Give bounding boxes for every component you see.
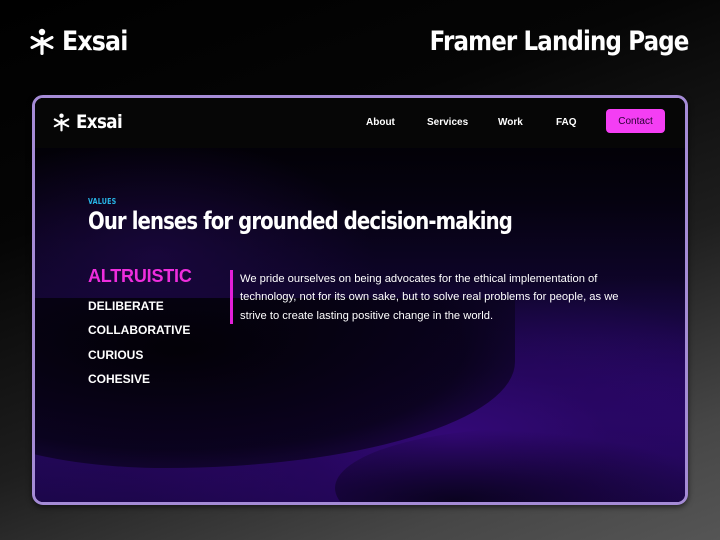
section-eyebrow: VALUES <box>88 197 117 206</box>
showcase-brand-name: Exsai <box>62 26 128 57</box>
description-accent-bar <box>230 270 233 324</box>
site-navbar: Exsai About Services Work FAQ Contact <box>35 98 685 148</box>
nav-link-faq[interactable]: FAQ <box>556 116 577 130</box>
site-brand-name: Exsai <box>76 111 123 133</box>
website-preview-frame: Exsai About Services Work FAQ Contact VA… <box>32 95 688 505</box>
nav-link-work[interactable]: Work <box>498 116 523 130</box>
value-description: We pride ourselves on being advocates fo… <box>240 273 619 322</box>
value-item-curious[interactable]: CURIOUS <box>88 348 143 362</box>
value-item-cohesive[interactable]: COHESIVE <box>88 372 150 386</box>
value-item-altruistic[interactable]: ALTRUISTIC <box>88 266 192 287</box>
value-item-deliberate[interactable]: DELIBERATE <box>88 299 164 313</box>
asterisk-person-logo-icon <box>53 113 70 131</box>
asterisk-person-logo-icon <box>30 28 54 55</box>
showcase-brand: Exsai <box>30 27 136 57</box>
site-logo[interactable]: Exsai <box>53 112 128 132</box>
nav-link-about[interactable]: About <box>366 116 395 130</box>
contact-button[interactable]: Contact <box>606 109 665 133</box>
nav-link-services[interactable]: Services <box>427 116 468 130</box>
page-label-title: Framer Landing Page <box>430 26 690 57</box>
section-heading: Our lenses for grounded decision-making <box>88 207 513 235</box>
value-item-collaborative[interactable]: COLLABORATIVE <box>88 323 190 337</box>
